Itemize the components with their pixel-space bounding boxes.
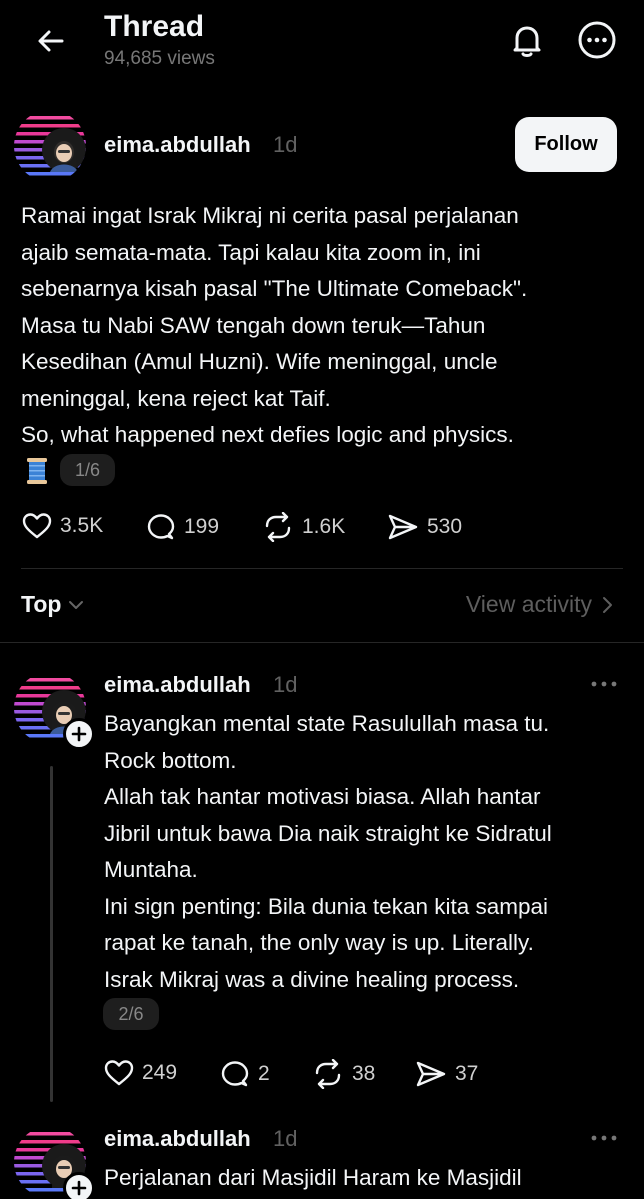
more-icon	[578, 21, 616, 59]
divider	[21, 568, 623, 569]
post-line: meninggal, kena reject kat Taif.	[21, 385, 331, 411]
post-line: sebenarnya kisah pasal "The Ultimate Com…	[21, 276, 528, 301]
share-button[interactable]: 37	[415, 1059, 478, 1089]
reply-time: 1d	[273, 1126, 298, 1151]
repost-icon	[265, 512, 291, 542]
repost-count: 38	[352, 1062, 376, 1085]
thread-pager: 1/6	[60, 454, 115, 486]
heart-icon	[22, 513, 52, 539]
reply-username[interactable]: eima.abdullah	[104, 1126, 251, 1152]
reply-line: rapat ke tanah, the only way is up. Lite…	[104, 930, 534, 955]
view-activity-link[interactable]: View activity	[466, 591, 614, 618]
thread-pager: 2/6	[103, 998, 159, 1030]
notifications-button[interactable]	[505, 18, 549, 62]
sort-dropdown[interactable]: Top	[21, 591, 85, 618]
chevron-right-icon	[603, 596, 612, 613]
like-button[interactable]: 249	[104, 1059, 177, 1087]
post-body: Ramai ingat Israk Mikraj ni cerita pasal…	[21, 198, 621, 454]
send-icon	[388, 514, 418, 540]
reply-username[interactable]: eima.abdullah	[104, 672, 251, 698]
more-horizontal-icon[interactable]	[590, 1133, 618, 1143]
more-horizontal-icon[interactable]	[590, 679, 618, 689]
back-button[interactable]	[30, 20, 72, 62]
reply-count: 2	[258, 1062, 270, 1085]
reply-line: Israk Mikraj was a divine healing proces…	[104, 966, 520, 992]
like-button[interactable]: 3.5K	[22, 512, 103, 540]
like-count: 3.5K	[60, 514, 104, 537]
follow-plus-button[interactable]	[63, 1172, 95, 1199]
post-line: So, what happened next defies logic and …	[21, 422, 514, 447]
like-count: 249	[142, 1061, 178, 1084]
reply-body: Bayangkan mental state Rasulullah masa t…	[104, 706, 624, 998]
repost-count: 1.6K	[302, 515, 346, 538]
reply-button[interactable]: 2	[220, 1059, 270, 1089]
reply-body: Perjalanan dari Masjidil Haram ke Masjid…	[104, 1160, 624, 1199]
plus-icon	[71, 726, 87, 742]
post-line: Masa tu Nabi SAW tengah down teruk—Tahun	[21, 312, 486, 338]
send-icon	[416, 1061, 446, 1087]
post-time: 1d	[273, 132, 298, 157]
comment-icon	[221, 1061, 249, 1087]
follow-button[interactable]: Follow	[515, 117, 617, 172]
sort-label: Top	[21, 591, 62, 617]
comment-icon	[147, 514, 175, 540]
post-line: Kesedihan (Amul Huzni). Wife meninggal, …	[21, 349, 498, 374]
chevron-down-icon	[69, 600, 84, 609]
reply-line: Allah tak hantar motivasi biasa. Allah h…	[104, 784, 541, 809]
reply-line: Muntaha.	[104, 857, 198, 882]
reply-line: Rock bottom.	[104, 747, 237, 773]
top-bar: Thread 94,685 views	[0, 0, 644, 80]
page-title: Thread	[104, 10, 205, 43]
repost-button[interactable]: 1.6K	[262, 512, 345, 542]
post-username[interactable]: eima.abdullah	[104, 132, 251, 158]
reply-line: Perjalanan dari Masjidil Haram ke Masjid…	[104, 1165, 522, 1190]
heart-icon	[104, 1060, 134, 1086]
share-count: 530	[427, 515, 463, 538]
reply-time: 1d	[273, 672, 298, 697]
spool-of-thread-icon	[27, 458, 47, 484]
thread-line	[50, 766, 53, 1102]
plus-icon	[71, 1180, 87, 1196]
reply-line: Jibril untuk bawa Dia naik straight ke S…	[104, 820, 552, 846]
more-options-button[interactable]	[575, 18, 619, 62]
reply-line: Ini sign penting: Bila dunia tekan kita …	[104, 893, 549, 919]
share-button[interactable]: 530	[387, 512, 462, 542]
reply-button[interactable]: 199	[146, 512, 219, 542]
view-activity-label: View activity	[465, 591, 592, 617]
follow-plus-button[interactable]	[63, 718, 95, 750]
avatar[interactable]	[14, 110, 86, 182]
repost-button[interactable]: 38	[312, 1059, 375, 1089]
bell-icon	[513, 26, 541, 57]
arrow-left-icon	[38, 30, 64, 52]
reply-count: 199	[184, 515, 220, 538]
post-line: ajaib semata-mata. Tapi kalau kita zoom …	[21, 239, 481, 265]
view-count: 94,685 views	[104, 48, 215, 69]
post-line: Ramai ingat Israk Mikraj ni cerita pasal…	[21, 203, 519, 228]
share-count: 37	[455, 1062, 479, 1085]
reply-line: Bayangkan mental state Rasulullah masa t…	[104, 711, 550, 736]
divider	[0, 642, 644, 643]
repost-icon	[315, 1059, 341, 1089]
